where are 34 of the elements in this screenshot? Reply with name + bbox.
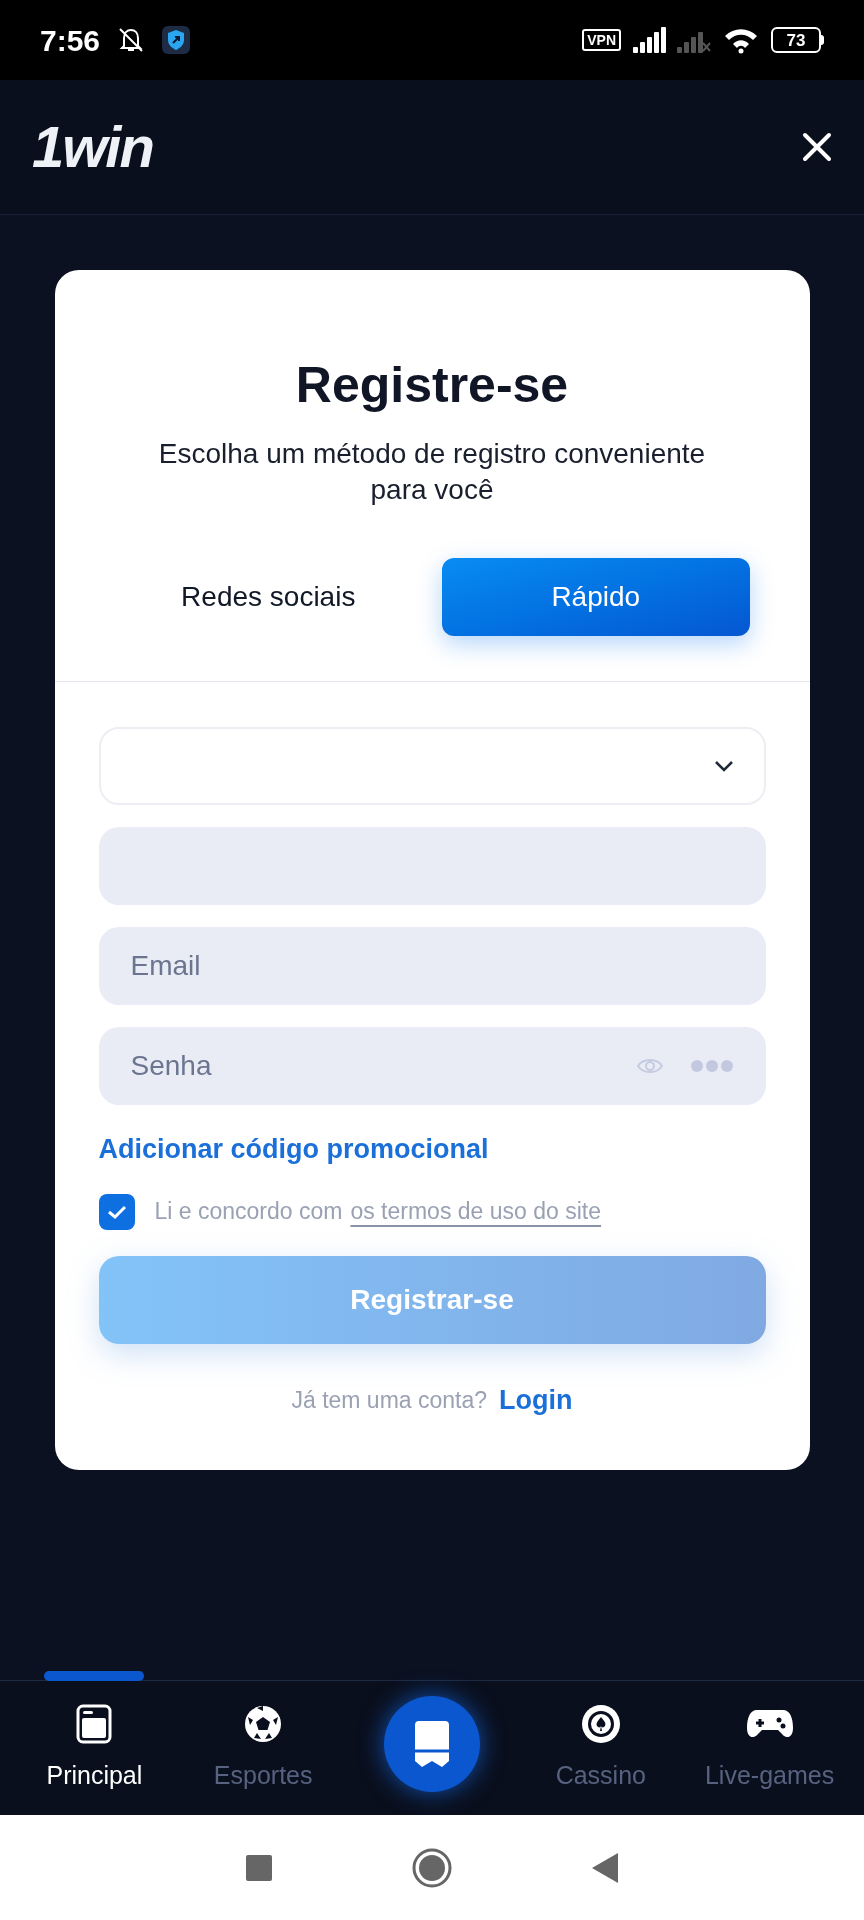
vpn-badge: VPN xyxy=(582,29,621,51)
login-link[interactable]: Login xyxy=(499,1379,573,1420)
shield-app-icon xyxy=(162,26,191,54)
close-icon[interactable] xyxy=(802,132,832,162)
battery-icon: 73 xyxy=(771,27,824,53)
home-icon[interactable] xyxy=(412,1847,452,1888)
logo: 1win xyxy=(32,118,153,176)
back-icon[interactable] xyxy=(592,1852,618,1883)
email-field[interactable]: Email xyxy=(98,927,766,1005)
method-tab[interactable]: Rápido xyxy=(442,558,750,636)
check-icon xyxy=(106,1203,127,1220)
casino-chip-icon xyxy=(579,1703,622,1745)
nav-tab[interactable]: Principal xyxy=(46,1701,143,1795)
nav-tab[interactable]: Cassino xyxy=(555,1701,646,1795)
ticket-icon xyxy=(415,1721,449,1767)
recents-icon[interactable] xyxy=(246,1854,272,1881)
promo-code-link[interactable]: Adicionar código promocional xyxy=(98,1129,489,1170)
terms-link[interactable]: os termos de uso do site xyxy=(350,1194,601,1229)
clock: 7:56 xyxy=(40,22,101,59)
dialog-subtitle: Escolha um método de registro conveniente para você xyxy=(157,437,707,507)
dots-icon[interactable] xyxy=(689,1059,734,1073)
wifi-icon xyxy=(723,26,759,54)
password-field[interactable]: Senha xyxy=(98,1027,766,1105)
login-prompt: Já tem uma conta? xyxy=(291,1385,488,1415)
nav-tab[interactable]: Live-games xyxy=(704,1701,835,1795)
nav-tab[interactable]: Esportes xyxy=(213,1701,313,1795)
chevron-down-icon xyxy=(713,760,734,772)
dialog-title: Registre-se xyxy=(295,360,569,410)
window-icon xyxy=(74,1704,115,1744)
terms-checkbox[interactable] xyxy=(98,1193,135,1230)
soccer-ball-icon xyxy=(243,1704,284,1744)
bet-slip-button[interactable] xyxy=(384,1696,480,1792)
terms-text: Li e concordo com xyxy=(154,1197,343,1227)
signal-icon xyxy=(633,27,667,53)
